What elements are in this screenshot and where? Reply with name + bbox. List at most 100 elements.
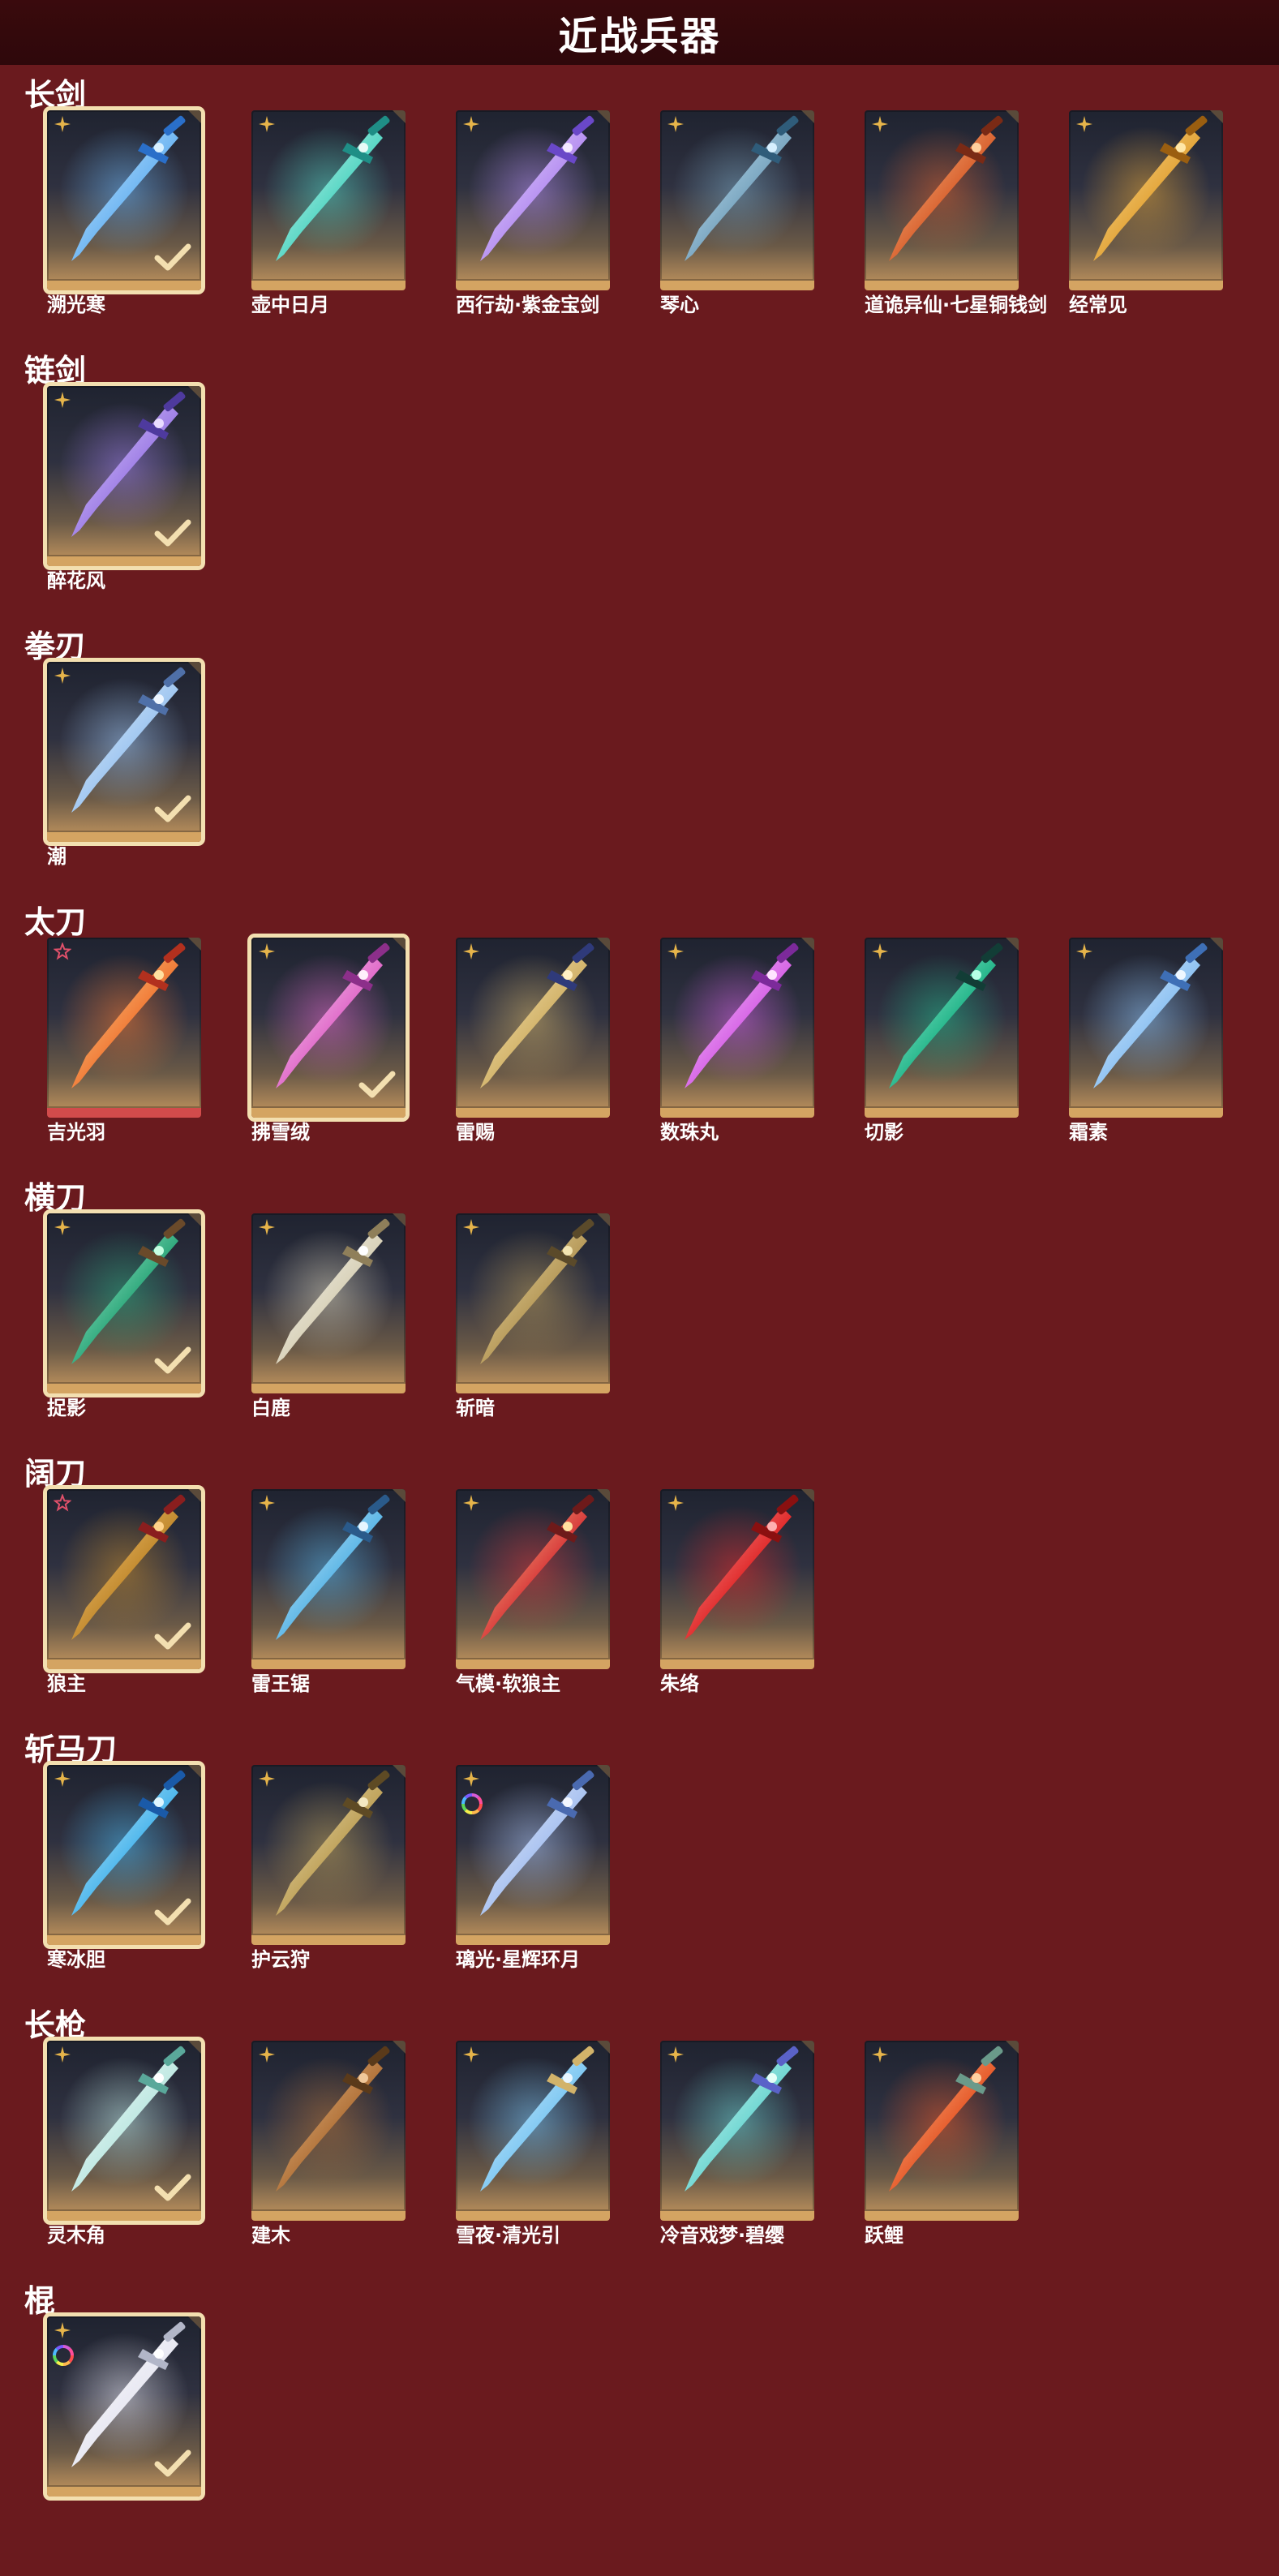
weapon-name: 白鹿 — [251, 1397, 290, 1419]
checkmark-icon — [154, 1896, 191, 1927]
weapon-name: 溯光寒 — [47, 294, 105, 316]
weapon-item[interactable]: 狼主 — [47, 1489, 206, 1695]
weapon-item[interactable]: 捉影 — [47, 1213, 206, 1419]
shadow-katana-icon — [865, 938, 1019, 1108]
weapon-item[interactable]: 气模·软狼主 — [456, 1489, 615, 1695]
weapon-card[interactable] — [1069, 938, 1223, 1118]
frost-katana-icon — [1069, 938, 1223, 1108]
weapon-card[interactable] — [47, 938, 201, 1118]
weapon-item[interactable]: 西行劫·紫金宝剑 — [456, 110, 615, 316]
checkmark-icon — [154, 2448, 191, 2479]
weapon-card[interactable] — [47, 662, 201, 842]
weapon-card[interactable] — [47, 1489, 201, 1669]
weapon-name: 冷音戏梦·碧缨 — [660, 2224, 785, 2247]
violet-sword-icon — [456, 110, 610, 281]
weapon-name: 雷赐 — [456, 1121, 495, 1144]
weapon-item[interactable]: 护云狩 — [251, 1765, 410, 1971]
weapon-card[interactable] — [456, 1489, 610, 1669]
cloud-glaive-icon — [251, 1765, 406, 1935]
weapon-card[interactable] — [865, 2041, 1019, 2221]
weapon-card[interactable] — [456, 938, 610, 1118]
weapon-name: 护云狩 — [251, 1948, 310, 1971]
checkmark-icon — [154, 1345, 191, 1376]
weapon-item[interactable]: 琴心 — [660, 110, 819, 316]
weapon-item[interactable]: 璃光·星辉环月 — [456, 1765, 615, 1971]
weapon-item[interactable] — [47, 2316, 206, 2519]
weapon-card[interactable] — [47, 1213, 201, 1393]
weapon-card[interactable] — [251, 2041, 406, 2221]
weapon-card[interactable] — [456, 1765, 610, 1945]
gold-sword-icon — [1069, 110, 1223, 281]
weapon-card[interactable] — [1069, 110, 1223, 290]
weapon-card[interactable] — [47, 1765, 201, 1945]
corner-marker — [597, 1765, 610, 1778]
weapon-item[interactable]: 拂雪绒 — [251, 938, 410, 1144]
weapon-card[interactable] — [865, 110, 1019, 290]
weapon-card[interactable] — [251, 1489, 406, 1669]
jade-sword-icon — [251, 110, 406, 281]
weapon-name: 吉光羽 — [47, 1121, 105, 1144]
weapon-item[interactable]: 壶中日月 — [251, 110, 410, 316]
weapon-card[interactable] — [660, 938, 814, 1118]
weapon-card[interactable] — [660, 2041, 814, 2221]
weapon-card[interactable] — [865, 938, 1019, 1118]
gold-star-icon — [667, 2046, 685, 2063]
weapon-item[interactable]: 数珠丸 — [660, 938, 819, 1144]
gold-star-icon — [258, 942, 276, 960]
corner-marker — [393, 1213, 406, 1226]
weapon-name: 建木 — [251, 2224, 290, 2247]
weapon-item[interactable]: 吉光羽 — [47, 938, 206, 1144]
weapon-card[interactable] — [660, 1489, 814, 1669]
gold-star-icon — [1075, 942, 1093, 960]
weapon-card[interactable] — [456, 2041, 610, 2221]
weapon-item[interactable]: 冷音戏梦·碧缨 — [660, 2041, 819, 2247]
checkmark-icon — [154, 1621, 191, 1651]
red-star-icon — [54, 942, 71, 960]
gold-star-icon — [667, 942, 685, 960]
weapon-item[interactable]: 建木 — [251, 2041, 410, 2247]
corner-marker — [393, 110, 406, 123]
weapon-item[interactable]: 寒冰胆 — [47, 1765, 206, 1971]
weapon-card[interactable] — [251, 1765, 406, 1945]
snow-spear-icon — [456, 2041, 610, 2211]
weapon-card[interactable] — [47, 110, 201, 290]
weapon-card[interactable] — [251, 1213, 406, 1393]
category-section: 太刀 吉光羽 拂雪绒 雷赐 数珠丸 切影 霜素 — [0, 894, 1279, 1170]
weapon-item[interactable]: 斩暗 — [456, 1213, 615, 1419]
weapon-item[interactable]: 白鹿 — [251, 1213, 410, 1419]
weapon-name: 霜素 — [1069, 1121, 1108, 1144]
rainbow-ring-icon — [461, 1792, 483, 1815]
weapon-item[interactable]: 切影 — [865, 938, 1024, 1144]
weapon-card[interactable] — [47, 2316, 201, 2497]
gold-star-icon — [462, 115, 480, 133]
weapon-item[interactable]: 醉花风 — [47, 386, 206, 592]
weapon-item[interactable]: 朱络 — [660, 1489, 819, 1695]
weapon-item[interactable]: 霜素 — [1069, 938, 1228, 1144]
weapon-card[interactable] — [251, 110, 406, 290]
weapon-card[interactable] — [47, 386, 201, 566]
corner-marker — [801, 938, 814, 951]
corner-marker — [801, 110, 814, 123]
weapon-item[interactable]: 雪夜·清光引 — [456, 2041, 615, 2247]
weapon-item[interactable]: 跃鲤 — [865, 2041, 1024, 2247]
weapon-card[interactable] — [660, 110, 814, 290]
weapon-card[interactable] — [456, 110, 610, 290]
weapon-item[interactable]: 经常见 — [1069, 110, 1228, 316]
weapon-item[interactable]: 雷王锯 — [251, 1489, 410, 1695]
weapon-card[interactable] — [251, 938, 406, 1118]
category-section: 阔刀 狼主 雷王锯 气模·软狼主 朱络 — [0, 1445, 1279, 1721]
gold-star-icon — [871, 115, 889, 133]
weapon-item[interactable]: 道诡异仙·七星铜钱剑 — [865, 110, 1047, 316]
corner-marker — [597, 110, 610, 123]
weapon-item[interactable]: 溯光寒 — [47, 110, 206, 316]
weapon-item[interactable]: 灵木角 — [47, 2041, 206, 2247]
category-section: 棍 — [0, 2273, 1279, 2548]
weapon-name: 寒冰胆 — [47, 1948, 105, 1971]
weapon-card[interactable] — [47, 2041, 201, 2221]
weapon-item[interactable]: 雷赐 — [456, 938, 615, 1144]
tassel-spear-icon — [660, 2041, 814, 2211]
weapon-item[interactable]: 潮 — [47, 662, 206, 868]
weapon-card[interactable] — [456, 1213, 610, 1393]
checkmark-icon — [154, 793, 191, 824]
corner-marker — [393, 938, 406, 951]
